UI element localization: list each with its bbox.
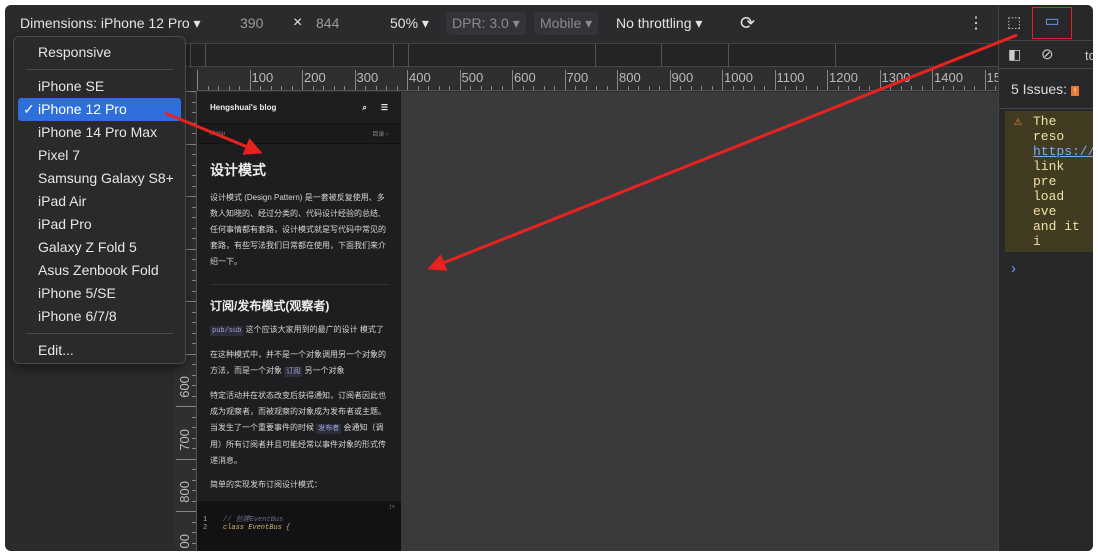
devtools-window: Dimensions: iPhone 12 Pro ▾ 390 × 844 50… — [5, 5, 1093, 551]
annotation-arrow — [427, 33, 1018, 271]
annotation-arrows — [164, 33, 1018, 271]
annotation-arrow — [164, 111, 263, 155]
